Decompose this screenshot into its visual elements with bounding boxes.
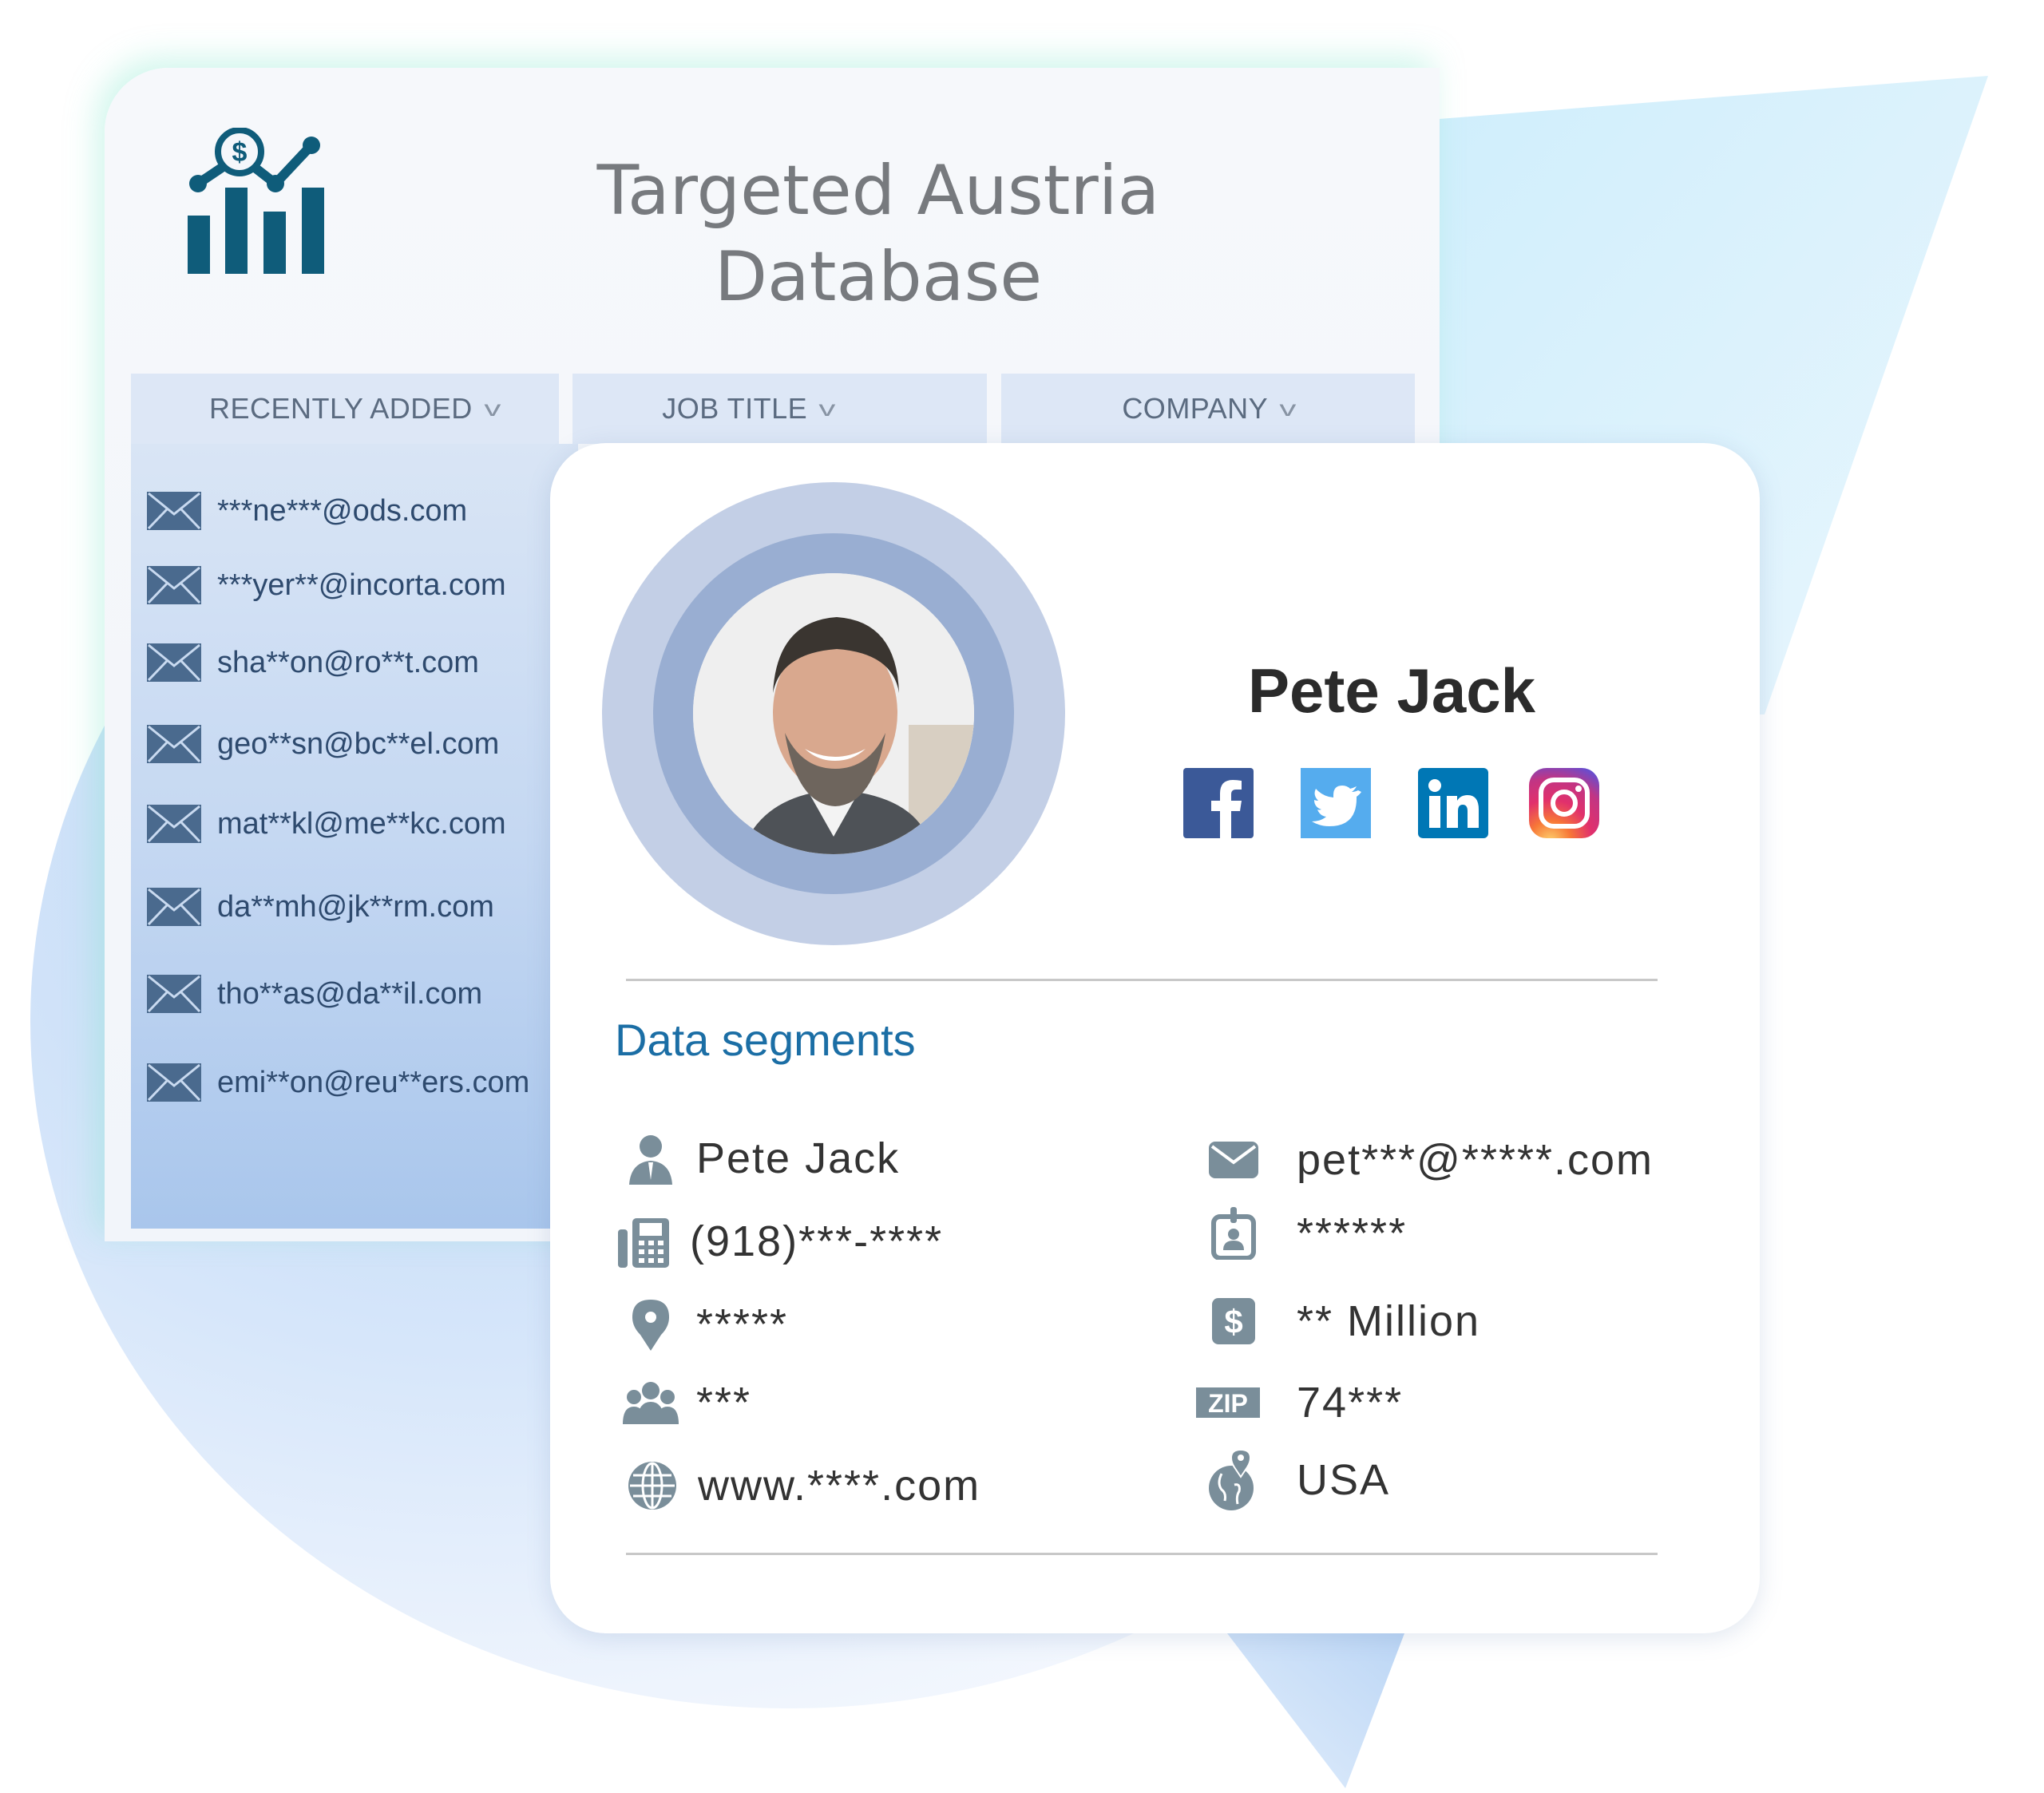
tab-recently-added[interactable]: RECENTLY ADDED v: [131, 374, 559, 444]
list-item[interactable]: tho**as@da**il.com: [147, 975, 482, 1013]
linkedin-icon[interactable]: [1418, 768, 1488, 838]
envelope-icon: [147, 492, 201, 530]
zip-icon-text: ZIP: [1208, 1389, 1248, 1418]
segment-row-website: www.****.com: [624, 1459, 980, 1512]
list-item[interactable]: sha**on@ro**t.com: [147, 643, 479, 682]
envelope-icon: [147, 643, 201, 682]
location-pin-icon: [632, 1300, 669, 1351]
divider: [626, 1553, 1658, 1555]
segment-row-country: USA: [1206, 1448, 1390, 1512]
card-pointer: [1227, 1633, 1404, 1788]
envelope-icon: [147, 888, 201, 926]
email-text: emi**on@reu**ers.com: [217, 1065, 530, 1099]
segment-value: ** Million: [1297, 1297, 1481, 1345]
facebook-icon[interactable]: [1183, 768, 1254, 838]
email-text: geo**sn@bc**el.com: [217, 726, 500, 761]
tab-job-title[interactable]: JOB TITLE v: [572, 374, 987, 444]
person-icon: [629, 1135, 672, 1185]
segment-value: pet***@*****.com: [1297, 1136, 1654, 1184]
segment-row-location: *****: [623, 1298, 788, 1351]
twitter-icon[interactable]: [1301, 768, 1371, 838]
page-title: Targeted Austria Database: [559, 148, 1198, 320]
segment-value: (918)***-****: [690, 1217, 944, 1265]
chevron-down-icon: v: [484, 396, 501, 421]
tab-label: JOB TITLE: [662, 392, 808, 425]
segment-row-name: Pete Jack: [623, 1132, 900, 1185]
title-line-1: Targeted Austria: [596, 151, 1160, 231]
tab-company[interactable]: COMPANY v: [1001, 374, 1415, 444]
envelope-icon: [147, 725, 201, 763]
chart-dollar-icon: $: [188, 128, 324, 274]
envelope-icon: [147, 566, 201, 604]
phone-icon: [618, 1218, 669, 1268]
list-item[interactable]: ***yer**@incorta.com: [147, 566, 506, 604]
globe-icon: [628, 1462, 676, 1510]
email-text: ***ne***@ods.com: [217, 493, 468, 528]
data-segments-title: Data segments: [615, 1015, 916, 1065]
email-text: ***yer**@incorta.com: [217, 568, 506, 602]
segment-row-phone: (918)***-****: [616, 1215, 943, 1268]
segment-value: *****: [696, 1300, 789, 1348]
svg-text:$: $: [1224, 1303, 1242, 1340]
list-item[interactable]: emi**on@reu**ers.com: [147, 1063, 529, 1102]
instagram-icon[interactable]: [1529, 768, 1599, 838]
segment-value: ***: [696, 1379, 752, 1427]
tab-label: COMPANY: [1122, 392, 1269, 425]
employees-icon: [623, 1382, 679, 1424]
segment-row-email: pet***@*****.com: [1206, 1134, 1654, 1186]
id-badge-icon: [1211, 1207, 1256, 1260]
list-item[interactable]: geo**sn@bc**el.com: [147, 725, 499, 763]
segment-value: 74***: [1297, 1379, 1404, 1427]
email-text: da**mh@jk**rm.com: [217, 889, 494, 924]
segment-row-zip: ZIP 74***: [1194, 1376, 1403, 1429]
email-icon: [1209, 1142, 1258, 1178]
zip-icon: ZIP: [1196, 1387, 1260, 1418]
profile-name: Pete Jack: [1248, 655, 1535, 726]
email-text: sha**on@ro**t.com: [217, 645, 479, 679]
segment-row-job-title: ******: [1206, 1207, 1407, 1260]
person-photo: [693, 573, 974, 854]
envelope-icon: [147, 975, 201, 1013]
segment-value: Pete Jack: [696, 1134, 901, 1182]
title-line-2: Database: [714, 237, 1043, 317]
list-item[interactable]: ***ne***@ods.com: [147, 492, 467, 530]
segment-row-revenue: $ ** Million: [1206, 1295, 1480, 1348]
list-item[interactable]: mat**kl@me**kc.com: [147, 805, 506, 843]
segment-value: USA: [1297, 1456, 1391, 1504]
email-text: mat**kl@me**kc.com: [217, 806, 506, 841]
chevron-down-icon: v: [818, 396, 837, 421]
list-item[interactable]: da**mh@jk**rm.com: [147, 888, 494, 926]
envelope-icon: [147, 1063, 201, 1102]
segment-value: ******: [1297, 1209, 1408, 1257]
svg-text:$: $: [232, 137, 248, 168]
tab-label: RECENTLY ADDED: [209, 392, 473, 425]
globe-pin-icon: [1209, 1448, 1254, 1510]
segment-value: www.****.com: [698, 1462, 981, 1510]
envelope-icon: [147, 805, 201, 843]
avatar: [693, 573, 974, 854]
email-list: ***ne***@ods.com ***yer**@incorta.com sh…: [131, 444, 578, 1229]
segment-row-employees: ***: [623, 1376, 751, 1429]
dollar-icon: $: [1212, 1298, 1255, 1344]
email-text: tho**as@da**il.com: [217, 976, 483, 1011]
chevron-down-icon: v: [1279, 396, 1297, 421]
divider: [626, 979, 1658, 981]
